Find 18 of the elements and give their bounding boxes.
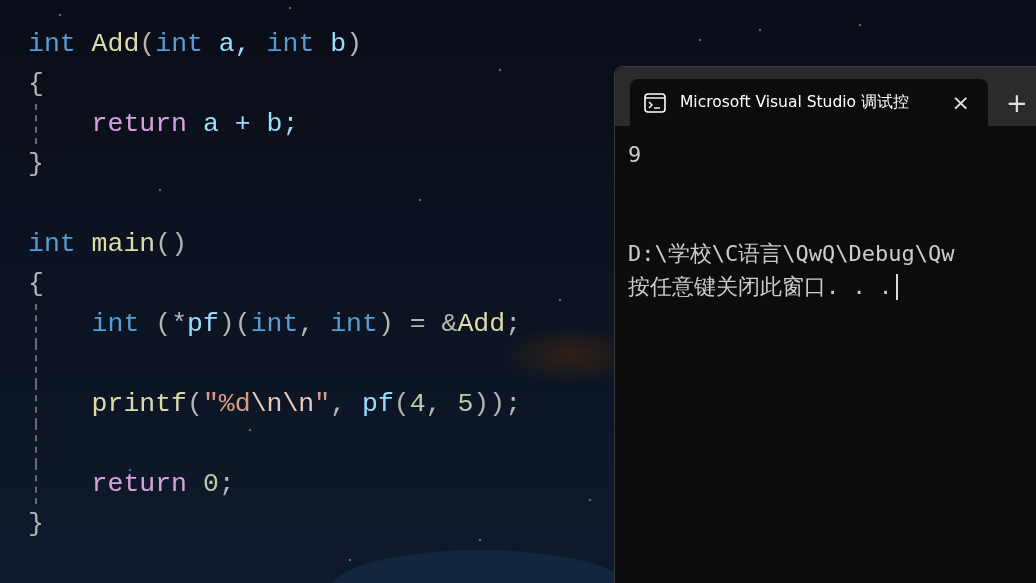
code-line: printf("%d\n\n", pf(4, 5)); — [90, 389, 522, 419]
console-output: 9 — [628, 141, 642, 169]
code-line: int (*pf)(int, int) = &Add; — [90, 309, 522, 339]
code-line: int main() — [28, 229, 188, 259]
code-line: int Add(int a, int b) — [28, 29, 363, 59]
close-button[interactable]: × — [947, 90, 974, 115]
code-line: } — [28, 149, 44, 179]
terminal-tab[interactable]: Microsoft Visual Studio 调试控 × — [630, 79, 988, 126]
console-icon — [644, 92, 666, 113]
code-line: { — [28, 269, 44, 299]
code-line: return 0; — [90, 469, 235, 499]
console-output: D:\学校\C语言\QwQ\Debug\Qw — [628, 240, 955, 268]
code-line: } — [28, 509, 44, 539]
code-line: { — [28, 69, 44, 99]
tab-title: Microsoft Visual Studio 调试控 — [680, 92, 910, 113]
code-line: return a + b; — [90, 109, 299, 139]
new-tab-button[interactable]: + — [1002, 88, 1032, 118]
console-output: 按任意键关闭此窗口. . . — [628, 273, 893, 301]
